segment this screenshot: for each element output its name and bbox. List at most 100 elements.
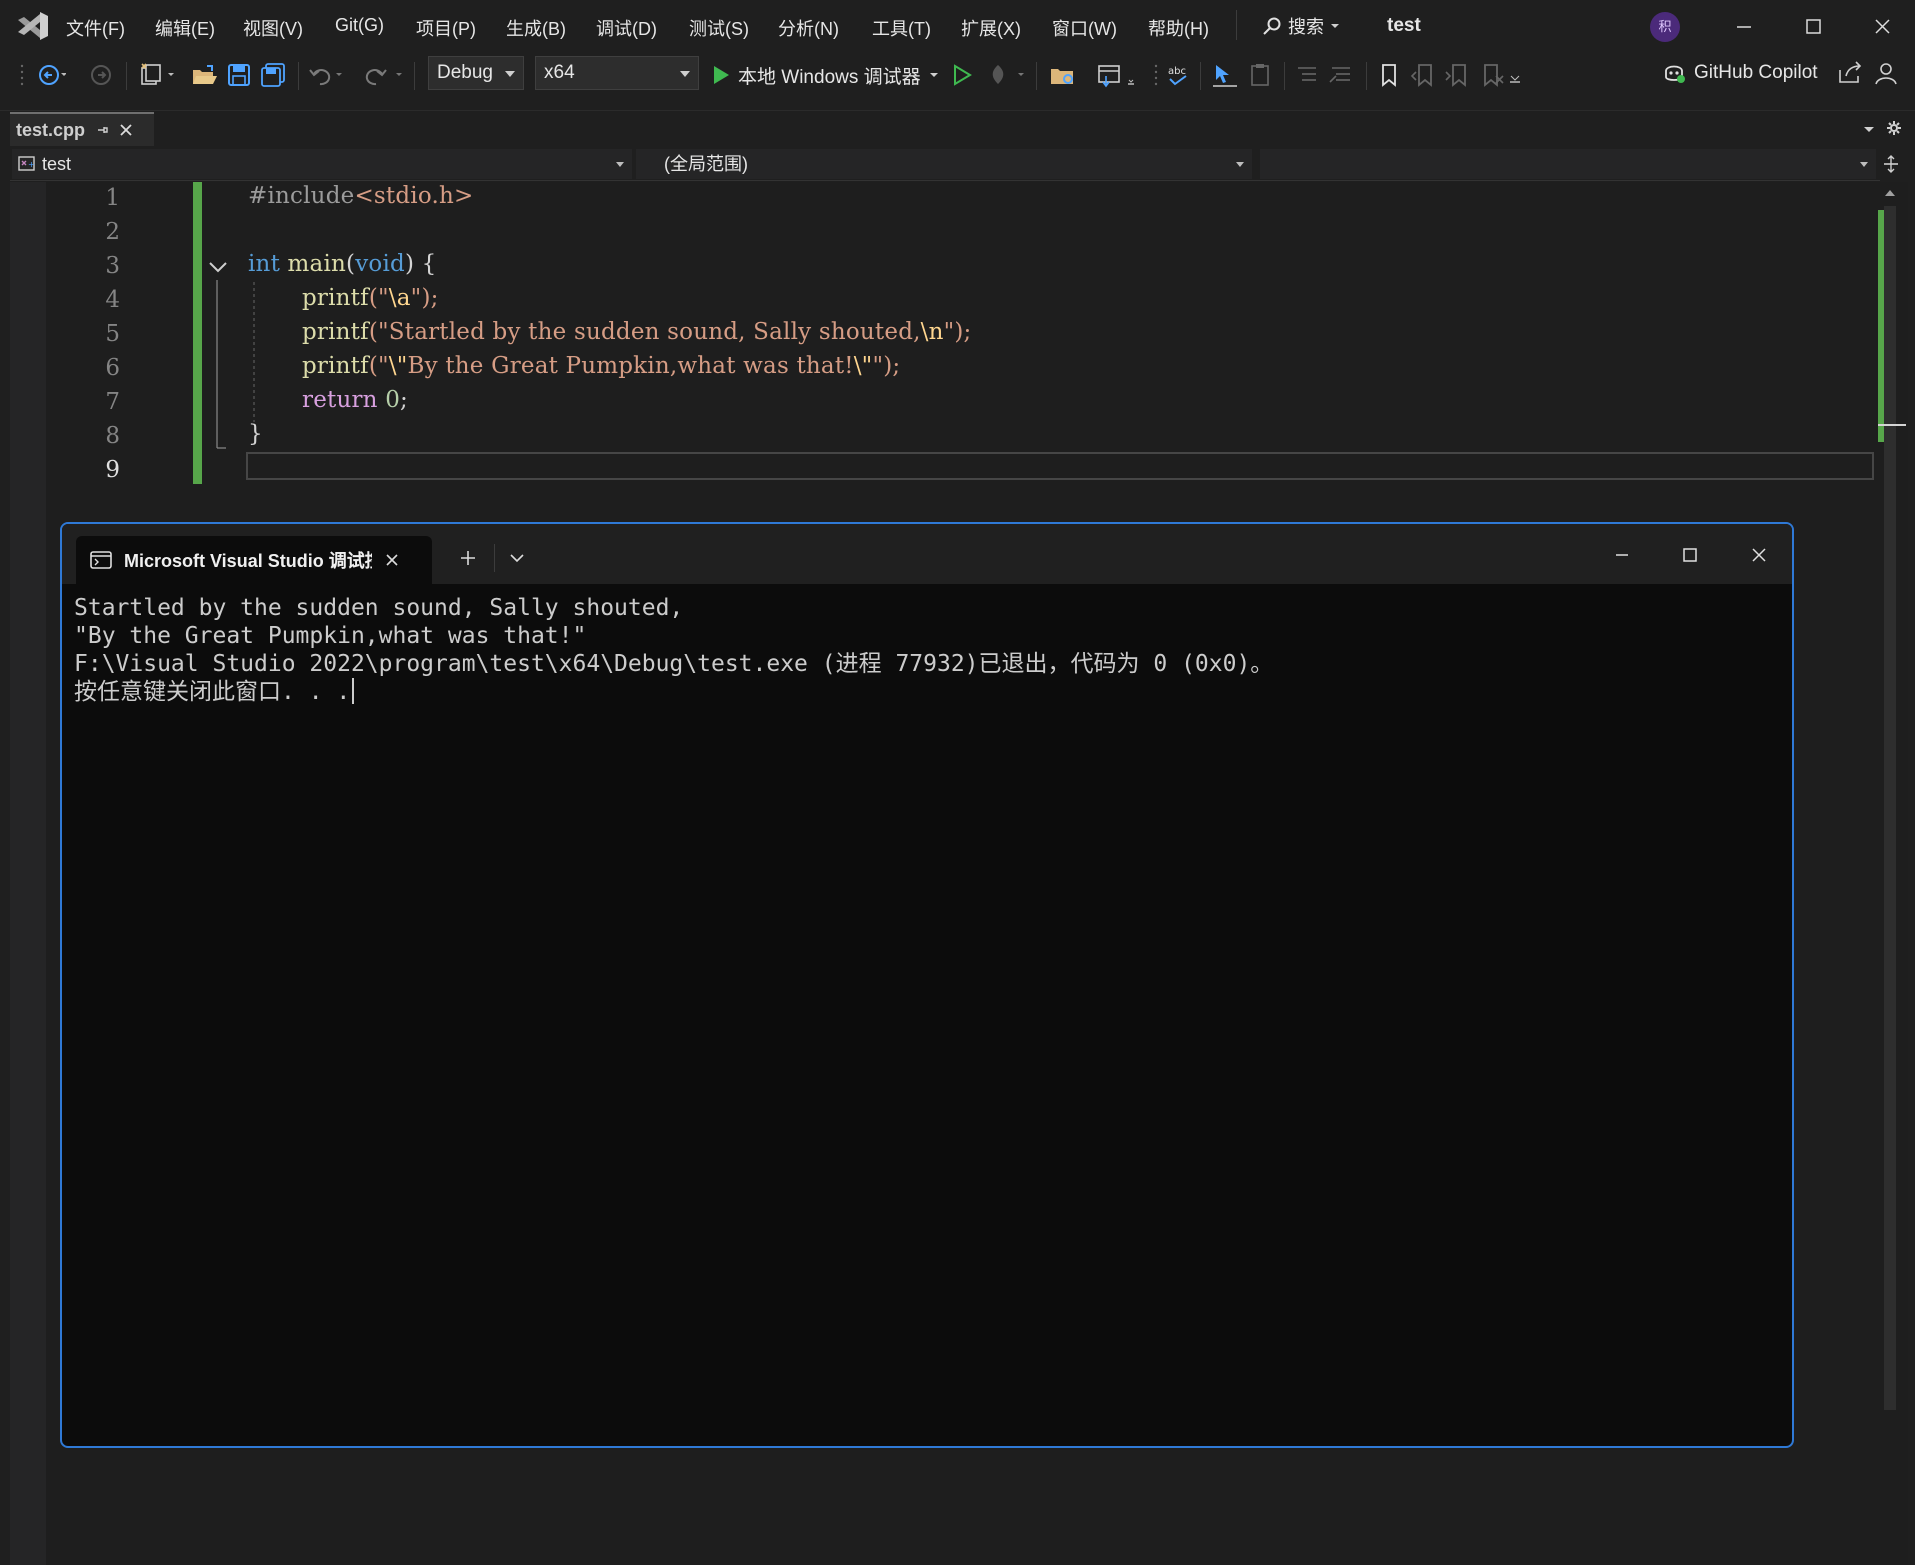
undo-icon[interactable] bbox=[306, 62, 350, 88]
debug-console-window[interactable]: Microsoft Visual Studio 调试控制台 Startled b… bbox=[60, 522, 1794, 1448]
close-tab-icon[interactable] bbox=[384, 552, 400, 568]
search-button[interactable]: 搜索 bbox=[1262, 12, 1340, 40]
save-all-icon[interactable] bbox=[258, 62, 288, 88]
close-icon[interactable] bbox=[1739, 540, 1779, 570]
svg-text:abc: abc bbox=[1168, 66, 1186, 77]
visual-studio-logo-icon[interactable] bbox=[16, 10, 50, 42]
bookmark-icon[interactable] bbox=[1374, 62, 1404, 88]
browse-folder-icon[interactable] bbox=[1048, 62, 1078, 88]
menu-extensions[interactable]: 扩展(X) bbox=[961, 15, 1021, 41]
menu-separator bbox=[1236, 10, 1237, 40]
chevron-down-icon[interactable] bbox=[508, 550, 526, 566]
uncomment-icon[interactable] bbox=[1326, 62, 1356, 88]
menu-project[interactable]: 项目(P) bbox=[416, 15, 476, 41]
share-icon[interactable] bbox=[1836, 60, 1866, 86]
toolbar-grip-icon[interactable] bbox=[18, 62, 26, 88]
start-without-debugging-icon[interactable] bbox=[948, 62, 978, 88]
avatar[interactable]: 积 bbox=[1650, 12, 1680, 42]
code-line-6[interactable]: printf("\"By the Great Pumpkin,what was … bbox=[302, 353, 900, 379]
indicator-margin[interactable] bbox=[10, 182, 46, 1565]
indent-guide bbox=[253, 282, 255, 422]
menu-build[interactable]: 生成(B) bbox=[506, 15, 566, 41]
pin-icon[interactable] bbox=[95, 123, 109, 137]
member-dropdown[interactable] bbox=[1260, 149, 1876, 179]
previous-bookmark-icon[interactable] bbox=[1408, 62, 1438, 88]
menu-help[interactable]: 帮助(H) bbox=[1148, 15, 1209, 41]
menu-view[interactable]: 视图(V) bbox=[243, 15, 303, 41]
maximize-icon[interactable] bbox=[1788, 8, 1838, 46]
menu-tools[interactable]: 工具(T) bbox=[872, 15, 931, 41]
scroll-up-icon[interactable] bbox=[1882, 186, 1898, 200]
tab-test-cpp[interactable]: test.cpp bbox=[10, 112, 154, 146]
format-icon[interactable] bbox=[1096, 62, 1138, 88]
menu-git[interactable]: Git(G) bbox=[335, 15, 384, 36]
comment-out-icon[interactable] bbox=[1292, 62, 1322, 88]
line-number: 8 bbox=[105, 423, 120, 449]
tab-list-dropdown-icon[interactable] bbox=[1862, 122, 1876, 136]
number-literal: 0 bbox=[385, 387, 401, 413]
keyword: void bbox=[355, 251, 405, 277]
navigate-forward-icon[interactable] bbox=[88, 62, 118, 88]
spell-check-icon[interactable]: abc bbox=[1164, 62, 1194, 88]
console-tab-separator bbox=[494, 544, 495, 572]
code-line-1[interactable]: #include<stdio.h> bbox=[248, 183, 473, 209]
split-editor-icon[interactable] bbox=[1882, 154, 1900, 174]
menu-window[interactable]: 窗口(W) bbox=[1052, 15, 1117, 41]
gear-icon[interactable] bbox=[1886, 120, 1902, 136]
chevron-down-icon bbox=[1236, 162, 1244, 167]
open-file-icon[interactable] bbox=[190, 62, 220, 88]
scrollbar-track[interactable] bbox=[1884, 206, 1896, 1410]
toolbar-separator bbox=[1366, 62, 1367, 90]
new-project-icon[interactable] bbox=[138, 62, 178, 88]
collapse-region-icon[interactable] bbox=[206, 258, 230, 276]
configuration-select[interactable]: Debug bbox=[428, 56, 524, 90]
minimize-icon[interactable] bbox=[1719, 8, 1769, 46]
menu-file[interactable]: 文件(F) bbox=[66, 15, 125, 41]
close-tab-icon[interactable] bbox=[119, 123, 133, 137]
redo-icon[interactable] bbox=[360, 62, 404, 88]
menu-test[interactable]: 测试(S) bbox=[689, 15, 749, 41]
close-icon[interactable] bbox=[1857, 8, 1907, 46]
new-tab-icon[interactable] bbox=[458, 548, 478, 568]
change-tracking-bar bbox=[193, 182, 202, 484]
code-line-4[interactable]: printf("\a"); bbox=[302, 285, 439, 311]
console-tab[interactable]: Microsoft Visual Studio 调试控制台 bbox=[76, 536, 432, 584]
save-icon[interactable] bbox=[224, 62, 254, 88]
console-line: Startled by the sudden sound, Sally shou… bbox=[74, 595, 684, 621]
menu-analyze[interactable]: 分析(N) bbox=[778, 15, 839, 41]
code-line-5[interactable]: printf("Startled by the sudden sound, Sa… bbox=[302, 319, 972, 345]
toolbar-grip-icon[interactable] bbox=[1152, 62, 1160, 88]
platform-select[interactable]: x64 bbox=[535, 56, 699, 90]
hot-reload-icon[interactable] bbox=[984, 62, 1028, 88]
keyword: int bbox=[248, 251, 281, 277]
line-number: 5 bbox=[105, 321, 120, 347]
scope-dropdown[interactable]: (全局范围) bbox=[636, 149, 1252, 179]
line-number: 1 bbox=[105, 185, 120, 211]
paste-icon[interactable] bbox=[1246, 62, 1276, 88]
maximize-icon[interactable] bbox=[1670, 540, 1710, 570]
line-number: 4 bbox=[105, 287, 120, 313]
menu-debug[interactable]: 调试(D) bbox=[596, 15, 657, 41]
next-bookmark-icon[interactable] bbox=[1442, 62, 1472, 88]
start-debugging-label: 本地 Windows 调试器 bbox=[738, 66, 921, 88]
search-icon bbox=[1263, 17, 1281, 35]
current-line-highlight[interactable] bbox=[246, 452, 1874, 480]
chevron-down-icon bbox=[1331, 24, 1339, 28]
github-copilot-button[interactable]: GitHub Copilot bbox=[1662, 58, 1818, 88]
toolbar-overflow-icon[interactable] bbox=[1508, 62, 1522, 88]
solution-name: test bbox=[1387, 15, 1421, 36]
code-line-8[interactable]: } bbox=[248, 421, 263, 447]
feedback-icon[interactable] bbox=[1872, 60, 1902, 86]
project-icon: + bbox=[18, 156, 35, 171]
minimize-icon[interactable] bbox=[1602, 540, 1642, 570]
navigate-back-icon[interactable] bbox=[36, 62, 66, 88]
console-output[interactable]: Startled by the sudden sound, Sally shou… bbox=[74, 594, 1774, 706]
line-number: 2 bbox=[105, 219, 120, 245]
project-dropdown[interactable]: + test bbox=[12, 149, 632, 179]
code-line-7[interactable]: return 0; bbox=[302, 387, 408, 413]
select-icon[interactable] bbox=[1210, 62, 1240, 88]
menu-edit[interactable]: 编辑(E) bbox=[155, 15, 215, 41]
clear-bookmarks-icon[interactable] bbox=[1476, 62, 1506, 88]
start-debugging-button[interactable]: 本地 Windows 调试器 bbox=[712, 60, 939, 90]
code-line-3[interactable]: int main(void) { bbox=[248, 251, 436, 277]
